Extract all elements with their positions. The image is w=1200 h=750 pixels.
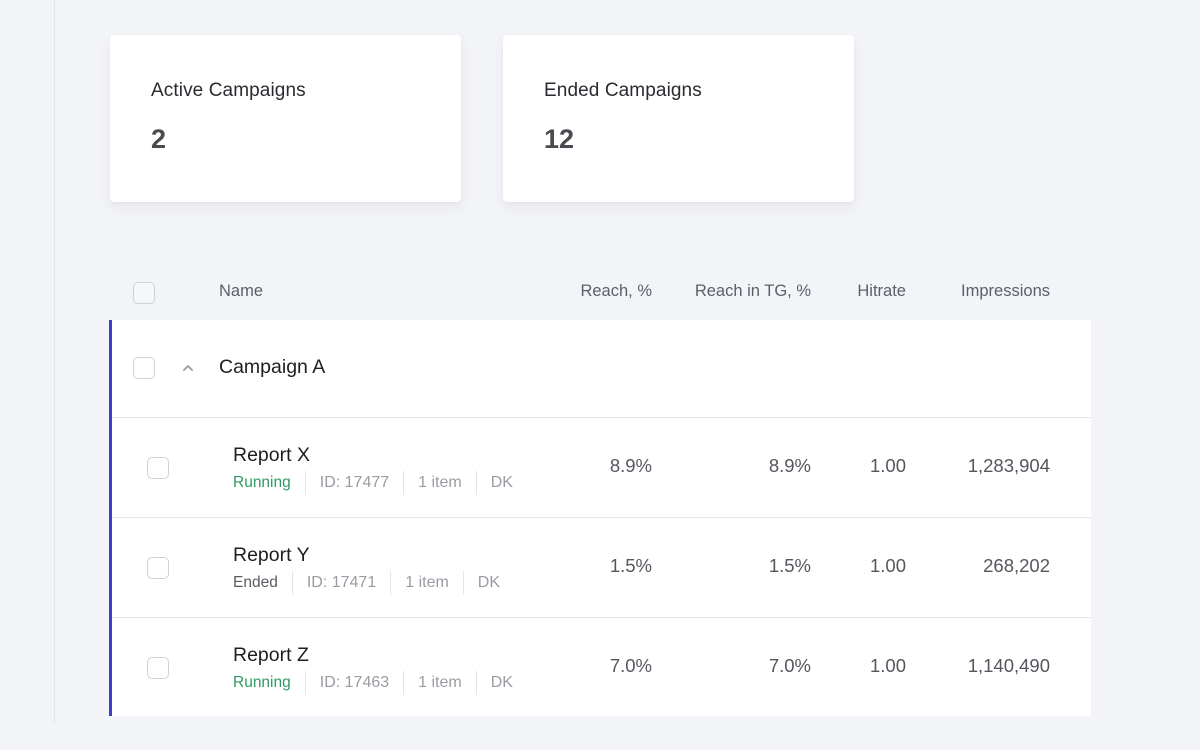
meta-separator bbox=[403, 471, 405, 495]
select-all-checkbox[interactable] bbox=[133, 282, 155, 304]
report-country: DK bbox=[490, 674, 513, 691]
group-name[interactable]: Campaign A bbox=[219, 356, 325, 379]
status-badge: Running bbox=[233, 674, 291, 691]
meta-separator bbox=[304, 471, 306, 495]
report-meta: Ended ID: 17471 1 item DK bbox=[233, 571, 500, 595]
report-items: 1 item bbox=[418, 674, 462, 691]
meta-separator bbox=[475, 671, 477, 695]
stat-value: 2 bbox=[151, 124, 167, 154]
group-row[interactable]: Campaign A bbox=[112, 320, 1091, 418]
meta-separator bbox=[304, 671, 306, 695]
table-header: Name Reach, % Reach in TG, % Hitrate Imp… bbox=[110, 270, 1091, 320]
cell-hitrate: 1.00 bbox=[869, 555, 906, 576]
column-header-impressions[interactable]: Impressions bbox=[961, 282, 1050, 301]
cell-impressions: 1,140,490 bbox=[967, 655, 1050, 676]
stat-card-active-campaigns: Active Campaigns 2 bbox=[110, 35, 461, 202]
cell-reach-tg: 8.9% bbox=[768, 455, 811, 476]
stat-label: Active Campaigns bbox=[151, 80, 306, 101]
meta-separator bbox=[403, 671, 405, 695]
chevron-up-icon[interactable] bbox=[180, 360, 196, 376]
status-badge: Ended bbox=[233, 574, 278, 591]
table-row[interactable]: Report Y Ended ID: 17471 1 item DK 1.5% … bbox=[112, 518, 1091, 618]
table-row[interactable]: Report Z Running ID: 17463 1 item DK 7.0… bbox=[112, 618, 1091, 717]
column-header-hitrate[interactable]: Hitrate bbox=[857, 282, 906, 301]
report-items: 1 item bbox=[405, 574, 449, 591]
stat-label: Ended Campaigns bbox=[544, 80, 702, 101]
column-header-name[interactable]: Name bbox=[219, 282, 263, 301]
report-name[interactable]: Report Z bbox=[233, 644, 309, 667]
cell-hitrate: 1.00 bbox=[869, 655, 906, 676]
column-header-reach[interactable]: Reach, % bbox=[580, 282, 652, 301]
report-id: ID: 17471 bbox=[306, 574, 377, 591]
report-meta: Running ID: 17477 1 item DK bbox=[233, 471, 513, 495]
report-country: DK bbox=[490, 474, 513, 491]
stat-value: 12 bbox=[544, 124, 575, 154]
campaign-group: Campaign A Report X Running ID: 17477 1 … bbox=[109, 320, 1091, 716]
cell-reach: 8.9% bbox=[609, 455, 652, 476]
meta-separator bbox=[462, 571, 464, 595]
column-header-reach-tg[interactable]: Reach in TG, % bbox=[695, 282, 811, 301]
report-country: DK bbox=[477, 574, 501, 591]
cell-impressions: 268,202 bbox=[983, 555, 1050, 576]
meta-separator bbox=[475, 471, 477, 495]
sidebar-divider bbox=[54, 0, 55, 723]
report-id: ID: 17477 bbox=[319, 474, 390, 491]
meta-separator bbox=[390, 571, 392, 595]
cell-impressions: 1,283,904 bbox=[967, 455, 1050, 476]
row-checkbox[interactable] bbox=[147, 457, 169, 479]
report-items: 1 item bbox=[418, 474, 462, 491]
meta-separator bbox=[291, 571, 293, 595]
row-checkbox[interactable] bbox=[147, 657, 169, 679]
group-checkbox[interactable] bbox=[133, 357, 155, 379]
report-meta: Running ID: 17463 1 item DK bbox=[233, 671, 513, 695]
cell-reach-tg: 7.0% bbox=[768, 655, 811, 676]
report-id: ID: 17463 bbox=[319, 674, 390, 691]
cell-hitrate: 1.00 bbox=[869, 455, 906, 476]
cell-reach: 7.0% bbox=[609, 655, 652, 676]
row-checkbox[interactable] bbox=[147, 557, 169, 579]
table-row[interactable]: Report X Running ID: 17477 1 item DK 8.9… bbox=[112, 418, 1091, 518]
report-name[interactable]: Report X bbox=[233, 444, 310, 467]
cell-reach-tg: 1.5% bbox=[768, 555, 811, 576]
status-badge: Running bbox=[233, 474, 291, 491]
report-name[interactable]: Report Y bbox=[233, 544, 310, 567]
cell-reach: 1.5% bbox=[609, 555, 652, 576]
stat-card-ended-campaigns: Ended Campaigns 12 bbox=[503, 35, 854, 202]
